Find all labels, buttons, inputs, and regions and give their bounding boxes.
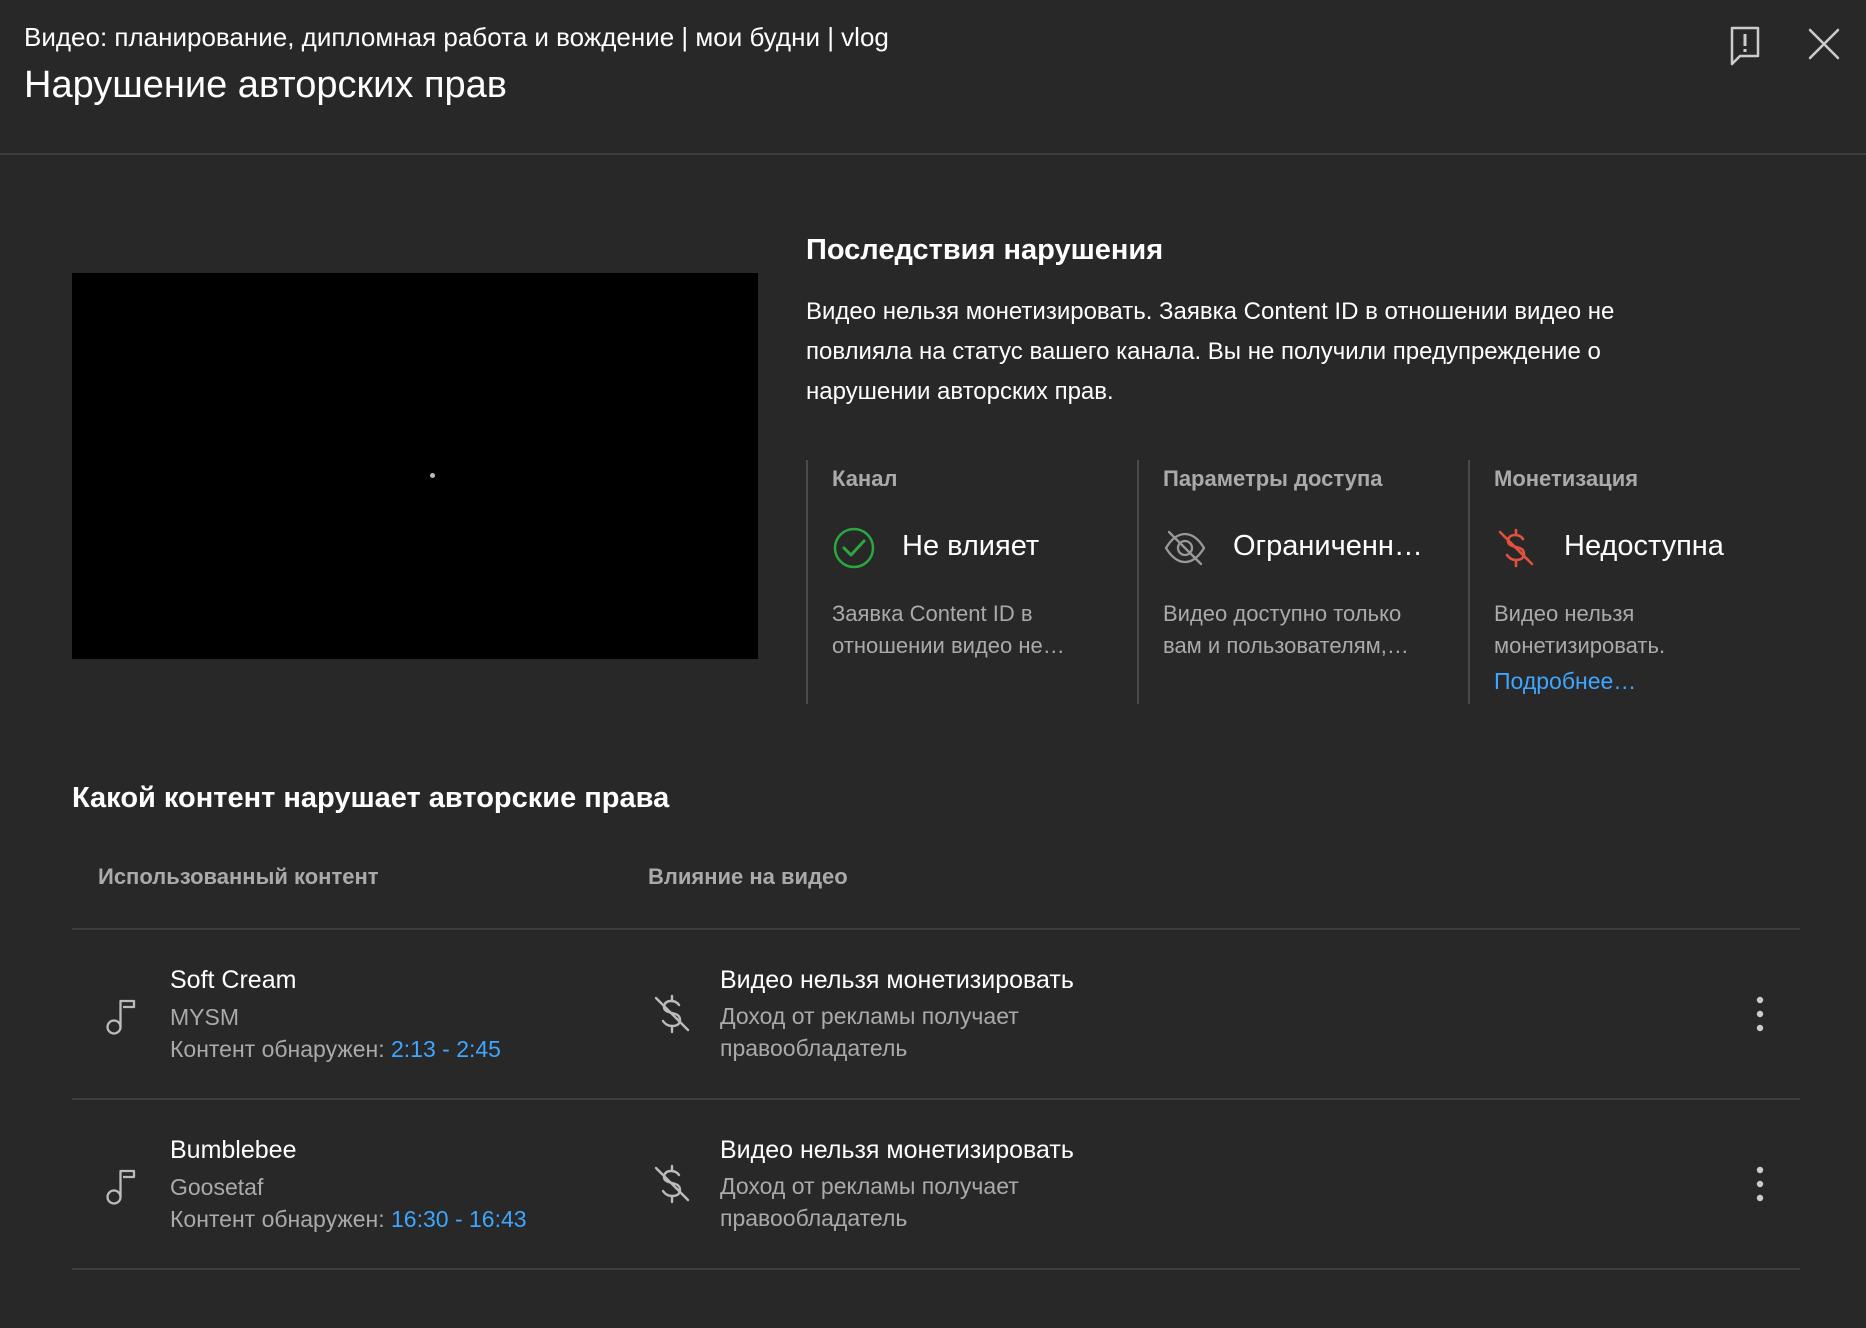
more-options-button[interactable] (1746, 992, 1774, 1036)
music-note-icon (106, 1169, 136, 1205)
impact-title: Видео нельзя монетизировать (720, 966, 1074, 994)
content-name: Soft Cream (170, 966, 297, 994)
monetization-card: Монетизация Недоступна Видео нельзя моне… (1468, 460, 1782, 704)
more-options-button[interactable] (1746, 1162, 1774, 1206)
consequences-text: Видео нельзя монетизировать. Заявка Cont… (806, 298, 1615, 405)
content-artist: Goosetaf (170, 1174, 264, 1200)
learn-more-link[interactable]: Подробнее… (1494, 668, 1636, 695)
impact-description: Доход от рекламы получает правообладател… (720, 1003, 1019, 1061)
channel-card: Канал Не влияет Заявка Content ID в отно… (806, 460, 1120, 704)
no-money-icon (654, 1164, 690, 1204)
card-status: Недоступна (1564, 530, 1724, 562)
card-status: Ограниченн… (1233, 530, 1423, 562)
video-player[interactable] (72, 273, 758, 659)
close-icon (1808, 28, 1840, 60)
divider (72, 1098, 1800, 1100)
divider (72, 1268, 1800, 1270)
card-label: Канал (832, 466, 898, 491)
visibility-card: Параметры доступа Ограниченн… Видео дост… (1137, 460, 1451, 704)
dialog-title: Нарушение авторских прав (24, 64, 507, 106)
column-header-used-content: Использованный контент (98, 864, 379, 889)
card-label: Монетизация (1494, 466, 1639, 491)
content-name: Bumblebee (170, 1136, 297, 1164)
card-status: Не влияет (902, 530, 1040, 562)
divider (72, 928, 1800, 930)
music-note-icon (106, 999, 136, 1035)
content-detected: Контент обнаружен: 16:30 - 16:43 (170, 1206, 527, 1232)
feedback-icon (1730, 26, 1760, 66)
no-money-icon (654, 994, 690, 1034)
dialog-header: Видео: планирование, дипломная работа и … (0, 0, 1866, 155)
check-circle-icon (833, 527, 875, 569)
card-description: Видео нельзя монетизировать. (1494, 601, 1666, 658)
loading-indicator (430, 473, 435, 478)
close-button[interactable] (1804, 24, 1844, 64)
detected-time-link[interactable]: 16:30 - 16:43 (391, 1206, 527, 1232)
detected-time-link[interactable]: 2:13 - 2:45 (391, 1036, 501, 1062)
impact-title: Видео нельзя монетизировать (720, 1136, 1074, 1164)
no-money-icon (1498, 528, 1534, 568)
consequences-title: Последствия нарушения (806, 234, 1164, 266)
card-label: Параметры доступа (1163, 466, 1383, 491)
card-description: Видео доступно только вам и пользователя… (1163, 601, 1409, 658)
column-header-impact: Влияние на видео (648, 864, 848, 889)
card-description: Заявка Content ID в отношении видео не… (832, 601, 1065, 658)
video-title-line: Видео: планирование, дипломная работа и … (24, 22, 889, 52)
content-section-title: Какой контент нарушает авторские права (72, 782, 670, 814)
impact-description: Доход от рекламы получает правообладател… (720, 1173, 1019, 1231)
eye-off-icon (1164, 530, 1206, 566)
content-detected: Контент обнаружен: 2:13 - 2:45 (170, 1036, 501, 1062)
feedback-button[interactable] (1722, 22, 1768, 70)
content-artist: MYSM (170, 1004, 239, 1030)
